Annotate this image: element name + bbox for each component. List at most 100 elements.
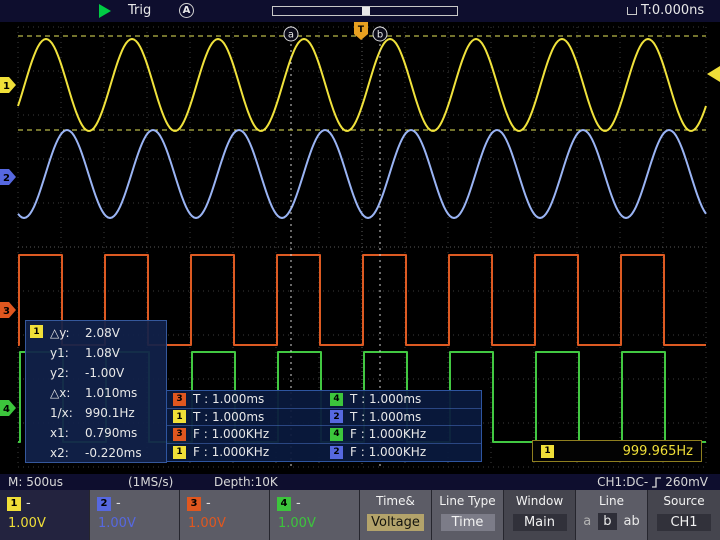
menu-window[interactable]: Window Main <box>504 490 576 540</box>
coupling-indicator: - <box>206 496 211 511</box>
coupling-indicator: - <box>26 496 31 511</box>
measure-cell: 4 F : 1.000KHz <box>324 426 481 444</box>
channel-badge: 4 <box>277 497 291 511</box>
menu-value-source[interactable]: CH1 <box>657 514 711 531</box>
menu-label-source: Source <box>648 494 720 511</box>
cursor-readout-row: △x:1.010ms <box>50 383 166 403</box>
measure-cell: 2 T : 1.000ms <box>324 409 481 427</box>
channel-menu-3[interactable]: 3-1.00V <box>180 490 270 540</box>
channel-scale: 1.00V <box>98 516 179 531</box>
measure-value: T : 1.000ms <box>193 410 264 424</box>
cursor-row-value: 1.08V <box>85 346 120 360</box>
line-option-a[interactable]: a <box>583 514 591 529</box>
menu-label-line: Line <box>576 494 647 511</box>
cursor-row-label: 1/x: <box>50 403 85 423</box>
menu-label-time-voltage: Time& <box>360 494 431 511</box>
horizontal-position-marker[interactable] <box>362 7 370 15</box>
channel-badge: 1 <box>541 445 554 458</box>
channel-badge: 1 <box>173 410 186 423</box>
menu-source[interactable]: Source CH1 <box>648 490 720 540</box>
measure-value: T : 1.000ms <box>193 392 264 406</box>
measure-value: F : 1.000KHz <box>350 445 426 459</box>
cursor-readout-row: y2:-1.00V <box>50 363 166 383</box>
measure-cell: 1 T : 1.000ms <box>167 409 324 427</box>
frequency-counter: 1 999.965Hz <box>532 440 702 462</box>
menu-value-voltage[interactable]: Voltage <box>367 514 424 531</box>
measure-cell: 4 T : 1.000ms <box>324 391 481 409</box>
channel-badge: 4 <box>330 393 343 406</box>
line-option-ab[interactable]: ab <box>624 514 640 529</box>
measure-value: F : 1.000KHz <box>350 427 426 441</box>
channel-menu-4[interactable]: 4- 1.00V <box>270 490 360 540</box>
memory-depth-readout: Depth:10K <box>214 474 278 490</box>
channel-badge: 3 <box>173 393 186 406</box>
coupling-indicator: - <box>296 496 301 511</box>
cursor-row-label: y1: <box>50 343 85 363</box>
channel-badge: 2 <box>330 410 343 423</box>
cursor-readout-rows: △y:2.08Vy1:1.08Vy2:-1.00V△x:1.010ms1/x:9… <box>26 321 166 463</box>
channel-scale: 1.00V <box>278 516 359 531</box>
sample-rate-readout: (1MS/s) <box>128 474 173 490</box>
trigger-position-tag-label: T <box>358 25 365 35</box>
trigger-source-coupling: CH1:DC- <box>597 474 648 490</box>
measure-value: F : 1.000KHz <box>193 445 269 459</box>
cursor-a-label: a <box>288 30 294 41</box>
cursor-row-label: y2: <box>50 363 85 383</box>
line-options: a b ab <box>576 513 647 530</box>
line-option-b[interactable]: b <box>598 513 616 530</box>
cursor-measure-panel: 1 △y:2.08Vy1:1.08Vy2:-1.00V△x:1.010ms1/x… <box>25 320 167 463</box>
cursor-row-value: -1.00V <box>85 366 124 380</box>
trigger-window-icon <box>627 7 637 15</box>
menu-label-line-type: Line Type <box>432 494 503 511</box>
menu-value-line-type[interactable]: Time <box>441 514 495 531</box>
channel-menu-2[interactable]: 2- 1.00V <box>90 490 180 540</box>
horizontal-position-bar[interactable] <box>272 6 458 16</box>
cursor-row-value: 2.08V <box>85 326 120 340</box>
channel-badge: 1 <box>173 446 186 459</box>
channel-marker-number: 4 <box>3 404 10 415</box>
channel-scale: 1.00V <box>188 516 269 531</box>
trigger-level-arrow[interactable] <box>707 66 720 82</box>
auto-measure-panel: 3 T : 1.000ms 4 T : 1.000ms 1 T : 1.000ms 2 T :… <box>166 390 482 462</box>
cursor-row-label: △y: <box>50 323 85 343</box>
channel-badge: 1 <box>30 325 43 338</box>
channel-marker-number: 3 <box>3 306 10 317</box>
cursor-row-label: x2: <box>50 443 85 463</box>
menu-line-type[interactable]: Line Type Time <box>432 490 504 540</box>
measure-value: F : 1.000KHz <box>193 427 269 441</box>
trigger-settings-readout: CH1:DC- 260mV <box>597 474 708 490</box>
cursor-row-value: 990.1Hz <box>85 406 135 420</box>
channel-badge: 1 <box>7 497 21 511</box>
measure-cell: 3F : 1.000KHz <box>167 426 324 444</box>
menu-time-voltage[interactable]: Time& Voltage <box>360 490 432 540</box>
run-status-icon <box>99 4 111 18</box>
channel-badge: 4 <box>330 428 343 441</box>
status-bar: M: 500us (1MS/s) Depth:10K CH1:DC- 260mV <box>0 474 720 490</box>
trigger-time-readout: T:0.000ns <box>641 3 704 18</box>
top-bar: Trig A T:0.000ns <box>0 0 720 22</box>
channel-marker-number: 2 <box>3 173 10 184</box>
trigger-level-value: 260mV <box>665 474 708 490</box>
measure-cell: 1 F : 1.000KHz <box>167 444 324 462</box>
frequency-value: 999.965Hz <box>623 444 693 459</box>
channel-badge: 2 <box>97 497 111 511</box>
cursor-readout-row: x1:0.790ms <box>50 423 166 443</box>
cursor-readout-row: △y:2.08V <box>50 323 166 343</box>
menu-label-window: Window <box>504 494 575 511</box>
measure-value: T : 1.000ms <box>350 392 421 406</box>
menu-line[interactable]: Line a b ab <box>576 490 648 540</box>
channel-marker-number: 1 <box>3 81 10 92</box>
bottom-menu: 1-1.00V2-1.00V3-1.00V4-1.00V Time& Volta… <box>0 490 720 540</box>
cursor-row-value: -0.220ms <box>85 446 142 460</box>
menu-value-window[interactable]: Main <box>513 514 567 531</box>
coupling-indicator: - <box>116 496 121 511</box>
cursor-row-value: 1.010ms <box>85 386 137 400</box>
measure-value: T : 1.000ms <box>350 410 421 424</box>
cursor-readout-row: x2:-0.220ms <box>50 443 166 463</box>
cursor-readout-row: y1:1.08V <box>50 343 166 363</box>
channel-menu-1[interactable]: 1-1.00V <box>0 490 90 540</box>
auto-trigger-icon: A <box>179 3 194 18</box>
rising-edge-icon <box>651 476 662 489</box>
cursor-row-value: 0.790ms <box>85 426 137 440</box>
channel-settings-group: 1-1.00V2-1.00V3-1.00V4-1.00V <box>0 490 360 540</box>
